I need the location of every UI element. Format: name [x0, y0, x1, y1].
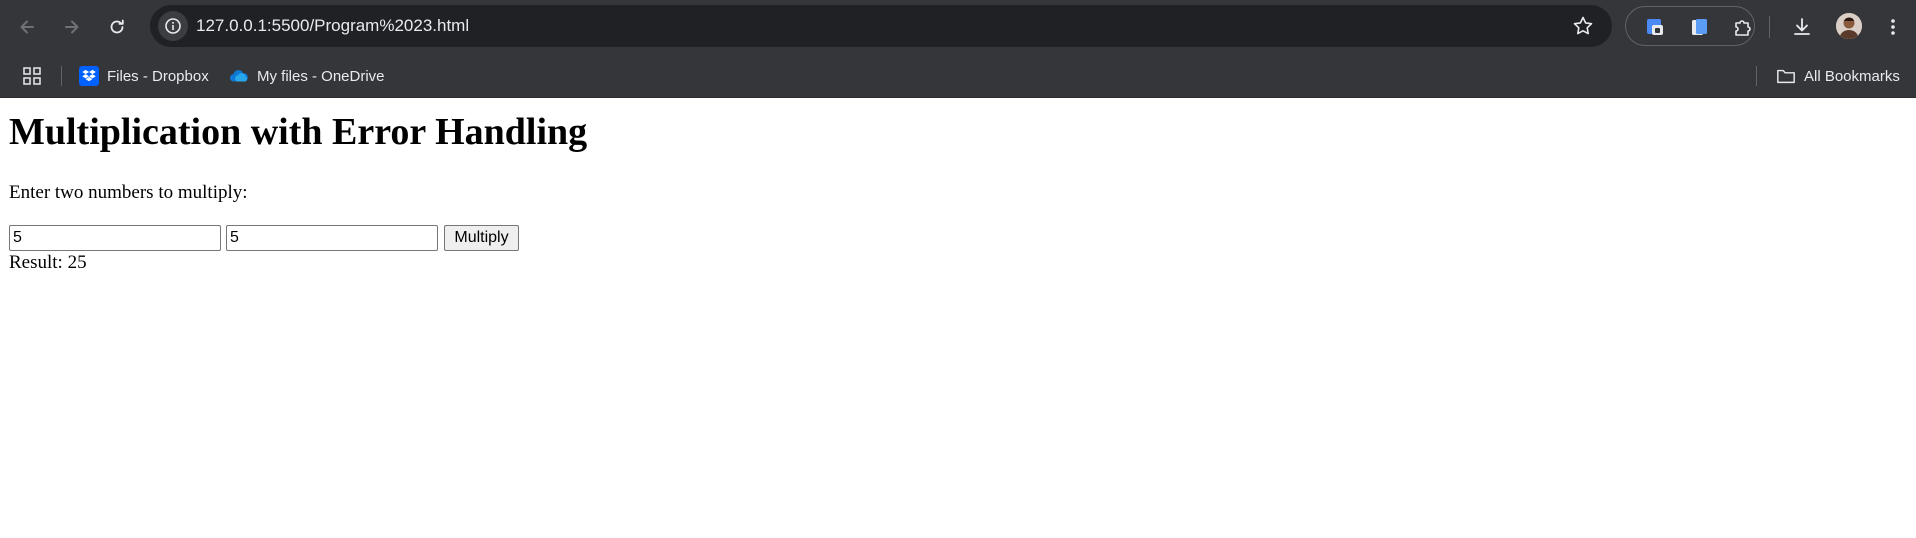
- forward-button[interactable]: [55, 10, 89, 44]
- back-button[interactable]: [10, 10, 44, 44]
- profile-avatar[interactable]: [1836, 13, 1862, 39]
- site-info-button[interactable]: [158, 11, 188, 41]
- dropbox-icon: [79, 66, 99, 86]
- bookmarks-bar: Files - Dropbox My files - OneDrive All …: [0, 54, 1916, 98]
- toolbar-divider: [1769, 16, 1770, 38]
- page-content: Multiplication with Error Handling Enter…: [0, 98, 1916, 538]
- folder-icon: [1776, 66, 1796, 86]
- all-bookmarks-button[interactable]: All Bookmarks: [1776, 62, 1900, 90]
- arrow-right-icon: [65, 20, 79, 34]
- info-icon: [165, 18, 181, 34]
- second-number-input[interactable]: [226, 225, 438, 251]
- bookmark-star-icon[interactable]: [1572, 15, 1594, 42]
- reload-button[interactable]: [100, 10, 134, 44]
- bookmarks-divider-right: [1756, 66, 1757, 86]
- page-title: Multiplication with Error Handling: [9, 111, 588, 153]
- bookmark-dropbox[interactable]: Files - Dropbox: [79, 62, 209, 90]
- instruction-text: Enter two numbers to multiply:: [9, 182, 248, 203]
- bookmark-label: My files - OneDrive: [257, 67, 385, 85]
- all-bookmarks-label: All Bookmarks: [1804, 67, 1900, 85]
- puzzle-extensions-icon[interactable]: [1732, 16, 1754, 38]
- kebab-menu-icon: [1891, 19, 1895, 35]
- clipboard-extension-icon[interactable]: [1688, 16, 1710, 38]
- multiply-button[interactable]: Multiply: [444, 225, 519, 251]
- browser-toolbar: 127.0.0.1:5500/Program%2023.html: [0, 0, 1916, 54]
- download-icon: [1794, 18, 1810, 35]
- result-text: Result: 25: [9, 252, 87, 273]
- apps-grid-icon: [23, 67, 41, 85]
- shield-extension-icon[interactable]: [1644, 16, 1666, 38]
- first-number-input[interactable]: [9, 225, 221, 251]
- url-text[interactable]: 127.0.0.1:5500/Program%2023.html: [196, 16, 469, 36]
- arrow-left-icon: [20, 20, 34, 34]
- bookmarks-divider: [61, 66, 62, 86]
- reload-icon: [110, 19, 124, 34]
- address-bar[interactable]: 127.0.0.1:5500/Program%2023.html: [150, 5, 1612, 47]
- bookmark-onedrive[interactable]: My files - OneDrive: [229, 62, 385, 90]
- apps-button[interactable]: [22, 62, 42, 90]
- downloads-button[interactable]: [1785, 10, 1819, 44]
- extensions-group: [1625, 6, 1755, 46]
- bookmark-label: Files - Dropbox: [107, 67, 209, 85]
- onedrive-icon: [229, 66, 249, 86]
- menu-button[interactable]: [1876, 10, 1910, 44]
